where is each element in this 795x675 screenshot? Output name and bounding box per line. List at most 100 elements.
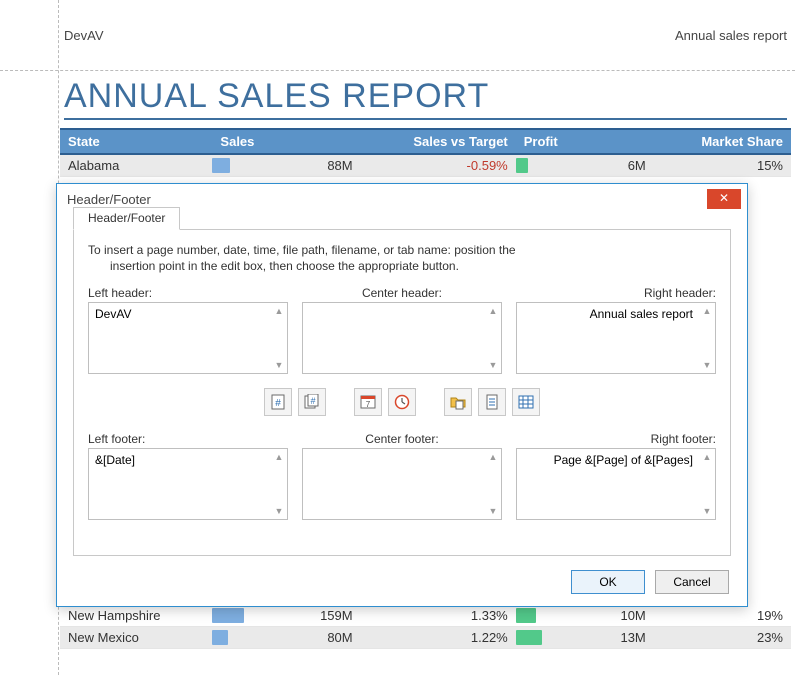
col-state: State bbox=[60, 129, 212, 154]
scroll-up-icon[interactable]: ▲ bbox=[273, 305, 285, 317]
cell-sales: 80M bbox=[292, 626, 360, 648]
table-row: Alabama 88M-0.59% 6M15% bbox=[60, 154, 791, 177]
close-button[interactable]: ✕ bbox=[707, 189, 741, 209]
dialog-instructions: To insert a page number, date, time, fil… bbox=[74, 230, 730, 280]
insert-page-number-button[interactable]: # bbox=[264, 388, 292, 416]
col-profit-bar: Profit bbox=[516, 129, 596, 154]
label-right-footer: Right footer: bbox=[507, 432, 716, 446]
insert-total-pages-button[interactable]: # bbox=[298, 388, 326, 416]
label-left-footer: Left footer: bbox=[88, 432, 297, 446]
cell-share: 23% bbox=[654, 626, 791, 648]
scroll-down-icon[interactable]: ▼ bbox=[273, 505, 285, 517]
right-footer-field-wrap: ▲ ▼ bbox=[516, 448, 716, 520]
insert-total-pages-icon: # bbox=[304, 394, 320, 410]
cell-state: Alabama bbox=[60, 154, 212, 177]
label-right-header: Right header: bbox=[507, 286, 716, 300]
insert-sheet-name-button[interactable] bbox=[512, 388, 540, 416]
insert-page-number-icon: # bbox=[270, 394, 286, 410]
col-share: Market Share bbox=[654, 129, 791, 154]
cell-sales-bar bbox=[212, 605, 292, 627]
insert-sheet-name-icon bbox=[518, 394, 534, 410]
dialog-body: Header/Footer To insert a page number, d… bbox=[73, 230, 731, 556]
insert-file-name-button[interactable] bbox=[478, 388, 506, 416]
tool-group-page: # # bbox=[264, 388, 326, 416]
center-footer-field-wrap: ▲ ▼ bbox=[302, 448, 502, 520]
scroll-down-icon[interactable]: ▼ bbox=[273, 359, 285, 371]
table-header-row: State Sales Sales vs Target Profit Marke… bbox=[60, 129, 791, 154]
header-footer-dialog: Header/Footer ✕ Header/Footer To insert … bbox=[56, 183, 748, 607]
left-footer-field[interactable] bbox=[89, 449, 271, 519]
cell-state: New Hampshire bbox=[60, 605, 212, 627]
cell-svt: -0.59% bbox=[361, 154, 516, 177]
dialog-title: Header/Footer bbox=[67, 192, 151, 207]
cell-sales-bar bbox=[212, 626, 292, 648]
insert-time-button[interactable] bbox=[388, 388, 416, 416]
scroll-up-icon[interactable]: ▲ bbox=[487, 451, 499, 463]
footer-boxes: ▲ ▼ ▲ ▼ ▲ ▼ bbox=[74, 448, 730, 520]
cell-svt: 1.22% bbox=[361, 626, 516, 648]
label-center-header: Center header: bbox=[297, 286, 506, 300]
table-row: New Mexico 80M1.22% 13M23% bbox=[60, 626, 791, 648]
dialog-buttons: OK Cancel bbox=[571, 570, 729, 594]
footer-labels: Left footer: Center footer: Right footer… bbox=[74, 426, 730, 448]
cancel-button[interactable]: Cancel bbox=[655, 570, 729, 594]
center-header-field-wrap: ▲ ▼ bbox=[302, 302, 502, 374]
cell-state: New Mexico bbox=[60, 626, 212, 648]
cell-profit: 6M bbox=[596, 154, 654, 177]
col-svt: Sales vs Target bbox=[361, 129, 516, 154]
left-header-field-wrap: ▲ ▼ bbox=[88, 302, 288, 374]
svg-text:7: 7 bbox=[366, 400, 371, 409]
scroll-down-icon[interactable]: ▼ bbox=[487, 505, 499, 517]
header-boxes: ▲ ▼ ▲ ▼ ▲ ▼ bbox=[74, 302, 730, 374]
insert-date-button[interactable]: 7 bbox=[354, 388, 382, 416]
col-sales-val bbox=[292, 129, 360, 154]
scroll-up-icon[interactable]: ▲ bbox=[701, 305, 713, 317]
cell-profit-bar bbox=[516, 605, 596, 627]
cell-profit: 13M bbox=[596, 626, 654, 648]
cell-svt: 1.33% bbox=[361, 605, 516, 627]
col-sales-bar: Sales bbox=[212, 129, 292, 154]
tool-group-file bbox=[444, 388, 540, 416]
page-header: DevAV Annual sales report bbox=[58, 0, 793, 49]
cell-profit-bar bbox=[516, 626, 596, 648]
cell-profit: 10M bbox=[596, 605, 654, 627]
cell-sales: 88M bbox=[292, 154, 360, 177]
cell-share: 15% bbox=[654, 154, 791, 177]
insert-file-path-button[interactable] bbox=[444, 388, 472, 416]
label-left-header: Left header: bbox=[88, 286, 297, 300]
instruction-line-1: To insert a page number, date, time, fil… bbox=[88, 243, 516, 257]
center-footer-field[interactable] bbox=[303, 449, 485, 519]
insert-date-icon: 7 bbox=[360, 394, 376, 410]
insert-file-path-icon bbox=[450, 394, 466, 410]
title-rule bbox=[64, 118, 787, 120]
col-profit-val bbox=[596, 129, 654, 154]
scroll-down-icon[interactable]: ▼ bbox=[701, 359, 713, 371]
left-header-field[interactable] bbox=[89, 303, 271, 373]
insert-file-name-icon bbox=[484, 394, 500, 410]
right-header-field[interactable] bbox=[517, 303, 699, 373]
cell-sales-bar bbox=[212, 154, 292, 177]
table-row: New Hampshire 159M1.33% 10M19% bbox=[60, 605, 791, 627]
scroll-down-icon[interactable]: ▼ bbox=[487, 359, 499, 371]
cell-share: 19% bbox=[654, 605, 791, 627]
page-header-left: DevAV bbox=[64, 28, 104, 43]
tool-group-datetime: 7 bbox=[354, 388, 416, 416]
tab-header-footer[interactable]: Header/Footer bbox=[73, 207, 180, 230]
svg-text:#: # bbox=[310, 396, 315, 406]
scroll-up-icon[interactable]: ▲ bbox=[487, 305, 499, 317]
ok-button[interactable]: OK bbox=[571, 570, 645, 594]
insert-toolbar: # # 7 bbox=[74, 374, 730, 426]
right-footer-field[interactable] bbox=[517, 449, 699, 519]
scroll-up-icon[interactable]: ▲ bbox=[701, 451, 713, 463]
svg-text:#: # bbox=[275, 398, 281, 409]
header-labels: Left header: Center header: Right header… bbox=[74, 280, 730, 302]
instruction-line-2: insertion point in the edit box, then ch… bbox=[88, 258, 716, 274]
cell-sales: 159M bbox=[292, 605, 360, 627]
cell-profit-bar bbox=[516, 154, 596, 177]
insert-time-icon bbox=[394, 394, 410, 410]
center-header-field[interactable] bbox=[303, 303, 485, 373]
right-header-field-wrap: ▲ ▼ bbox=[516, 302, 716, 374]
report-title: ANNUAL SALES REPORT bbox=[64, 77, 787, 116]
scroll-up-icon[interactable]: ▲ bbox=[273, 451, 285, 463]
scroll-down-icon[interactable]: ▼ bbox=[701, 505, 713, 517]
